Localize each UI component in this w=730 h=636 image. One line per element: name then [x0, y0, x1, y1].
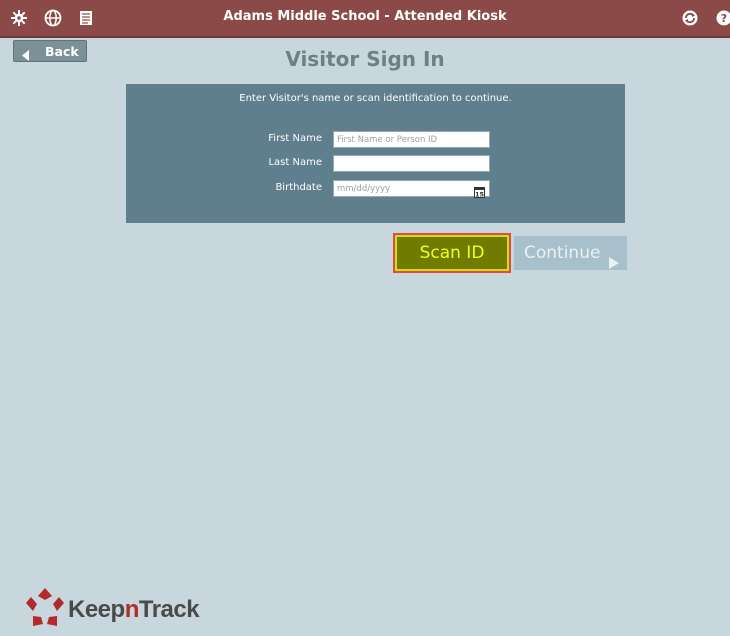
logo-text: KeepnTrack: [68, 596, 200, 623]
calendar-icon[interactable]: 15: [474, 183, 485, 199]
svg-text:15: 15: [475, 191, 485, 199]
first-name-input[interactable]: [333, 131, 490, 148]
last-name-label: Last Name: [268, 157, 322, 168]
scan-id-button[interactable]: Scan ID: [393, 233, 511, 273]
birthdate-input[interactable]: [333, 180, 490, 197]
last-name-row: Last Name: [126, 155, 625, 173]
help-icon[interactable]: ?: [715, 9, 730, 27]
continue-button[interactable]: Continue: [514, 236, 627, 270]
page-title: Visitor Sign In: [285, 47, 445, 71]
kiosk-title: Adams Middle School - Attended Kiosk: [223, 9, 507, 24]
birthdate-row: Birthdate 15: [126, 180, 625, 199]
sync-icon[interactable]: [681, 9, 699, 27]
keepntrack-logo: KeepnTrack: [24, 586, 214, 632]
scan-id-label: Scan ID: [395, 235, 509, 271]
first-name-row: First Name: [126, 131, 625, 149]
continue-label: Continue: [524, 243, 601, 263]
svg-text:?: ?: [721, 12, 727, 25]
birthdate-label: Birthdate: [275, 182, 322, 193]
continue-arrow-icon: [609, 247, 619, 281]
visitor-form-panel: Enter Visitor's name or scan identificat…: [126, 84, 625, 223]
first-name-label: First Name: [268, 133, 322, 144]
header-bar: Adams Middle School - Attended Kiosk ?: [0, 0, 730, 38]
last-name-input[interactable]: [333, 155, 490, 172]
keepntrack-star-icon: [26, 588, 64, 626]
form-instruction: Enter Visitor's name or scan identificat…: [239, 93, 512, 104]
